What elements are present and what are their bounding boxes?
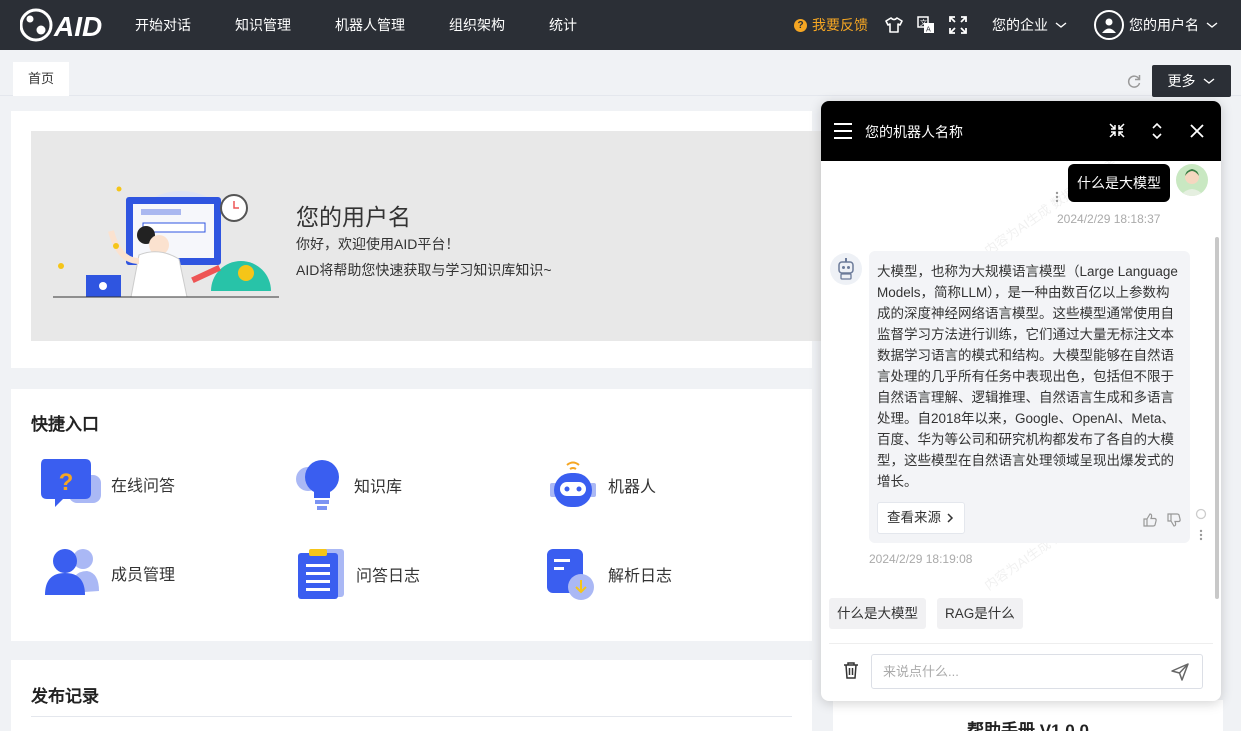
nav-item-knowledge[interactable]: 知识管理	[213, 0, 313, 50]
suggestion-chip[interactable]: 什么是大模型	[829, 598, 926, 629]
banner-username: 您的用户名	[296, 204, 411, 230]
bot-message-bubble: 大模型，也称为大规模语言模型（Large Language Models，简称L…	[869, 251, 1190, 543]
top-navbar: AID 开始对话 知识管理 机器人管理 组织架构 统计 ? 我要反馈 文A 您的…	[0, 0, 1241, 50]
view-source-button[interactable]: 查看来源	[877, 502, 965, 534]
release-records-title: 发布记录	[31, 687, 99, 706]
robot-icon	[550, 461, 596, 507]
quick-knowledge-base[interactable]: 知识库	[296, 459, 402, 511]
translate-icon[interactable]: 文A	[916, 15, 936, 35]
quick-member-management[interactable]: 成员管理	[43, 547, 175, 599]
quick-entry-title: 快捷入口	[31, 415, 99, 434]
release-records-panel: 发布记录	[11, 660, 812, 731]
quick-online-qa-label: 在线问答	[111, 478, 176, 495]
chevron-down-icon	[1206, 22, 1218, 28]
quick-qa-log-label: 问答日志	[356, 568, 421, 585]
expand-vertical-icon[interactable]	[1151, 121, 1163, 141]
chat-header: 您的机器人名称	[821, 101, 1221, 161]
clipboard-icon	[298, 549, 344, 599]
chat-robot-name: 您的机器人名称	[865, 124, 963, 140]
trash-icon[interactable]	[843, 662, 859, 679]
suggestion-chip[interactable]: RAG是什么	[937, 598, 1023, 629]
help-manual-panel: 帮助手册 V1.0.0	[833, 700, 1223, 731]
quick-parse-log-label: 解析日志	[608, 568, 673, 585]
menu-icon[interactable]	[834, 123, 852, 139]
close-icon[interactable]	[1189, 123, 1205, 139]
thumbs-down-icon[interactable]	[1167, 513, 1181, 527]
quick-online-qa[interactable]: ? 在线问答	[41, 459, 175, 509]
chevron-down-icon	[1055, 22, 1067, 28]
svg-text:?: ?	[59, 469, 74, 496]
document-download-icon	[547, 549, 594, 600]
topbar-right: ? 我要反馈 文A 您的企业 您的用户名	[794, 0, 1241, 50]
user-dropdown[interactable]: 您的用户名	[1094, 10, 1219, 40]
lightbulb-icon	[296, 460, 339, 510]
collapse-icon[interactable]	[1109, 121, 1125, 139]
send-icon[interactable]	[1171, 663, 1189, 681]
nav-item-org[interactable]: 组织架构	[427, 0, 527, 50]
tshirt-icon[interactable]	[884, 15, 904, 35]
more-label: 更多	[1167, 73, 1196, 89]
welcome-panel: 您的用户名 你好，欢迎使用AID平台！ AID将帮助您快速获取与学习知识库知识~	[11, 111, 821, 368]
tab-home[interactable]: 首页	[13, 62, 69, 96]
company-dropdown[interactable]: 您的企业	[992, 15, 1068, 35]
banner-greeting: 你好，欢迎使用AID平台！	[296, 236, 460, 252]
svg-text:AID: AID	[53, 11, 102, 42]
chat-scrollbar[interactable]	[1215, 237, 1219, 599]
quick-robot[interactable]: 机器人	[548, 459, 656, 511]
aid-logo-icon: AID	[20, 8, 102, 42]
quick-member-management-label: 成员管理	[111, 567, 176, 584]
feedback-label: 我要反馈	[812, 17, 868, 33]
tab-bar: 首页 更多	[0, 50, 1241, 97]
chat-input-area	[829, 643, 1213, 695]
bot-message-text: 大模型，也称为大规模语言模型（Large Language Models，简称L…	[877, 264, 1178, 489]
chevron-right-icon	[947, 513, 954, 523]
main-nav: 开始对话 知识管理 机器人管理 组织架构 统计	[112, 0, 599, 50]
robot-avatar-icon	[830, 253, 862, 285]
bot-message-time: 2024/2/29 18:19:08	[869, 552, 973, 566]
thumbs-up-icon[interactable]	[1143, 513, 1157, 527]
user-avatar-icon	[1094, 10, 1124, 40]
quick-entry-panel: 快捷入口 ? 在线问答 知识库 机器人 成员管理 问答日志 解析日志	[11, 389, 812, 641]
more-vertical-icon[interactable]	[1055, 191, 1059, 203]
refresh-icon[interactable]	[1126, 73, 1142, 89]
user-avatar-icon	[1176, 164, 1208, 196]
nav-item-stats[interactable]: 统计	[527, 0, 599, 50]
feedback-link[interactable]: ? 我要反馈	[794, 15, 868, 35]
user-message-time: 2024/2/29 18:18:37	[1057, 212, 1161, 226]
nav-item-robot[interactable]: 机器人管理	[313, 0, 427, 50]
quick-parse-log[interactable]: 解析日志	[547, 547, 672, 601]
divider	[31, 716, 792, 717]
banner-description: AID将帮助您快速获取与学习知识库知识~	[296, 262, 552, 278]
user-message-bubble: 什么是大模型	[1068, 164, 1170, 202]
view-source-label: 查看来源	[887, 510, 941, 525]
chevron-down-icon	[1203, 78, 1214, 84]
chat-question-icon: ?	[41, 459, 101, 507]
more-button[interactable]: 更多	[1152, 65, 1231, 97]
aid-logo[interactable]: AID	[0, 0, 112, 50]
user-name-label: 您的用户名	[1129, 17, 1199, 33]
chat-message-input[interactable]	[871, 654, 1203, 689]
help-manual-title: 帮助手册 V1.0.0	[967, 721, 1089, 731]
welcome-illustration	[53, 186, 279, 298]
quick-robot-label: 机器人	[608, 479, 657, 496]
svg-text:A: A	[926, 26, 931, 34]
fullscreen-icon[interactable]	[948, 15, 968, 35]
nav-item-chat[interactable]: 开始对话	[112, 0, 213, 50]
welcome-banner: 您的用户名 你好，欢迎使用AID平台！ AID将帮助您快速获取与学习知识库知识~	[31, 131, 821, 341]
members-icon	[45, 549, 99, 595]
company-label: 您的企业	[992, 17, 1048, 33]
loading-icon	[1195, 508, 1207, 520]
quick-qa-log[interactable]: 问答日志	[298, 547, 420, 601]
more-vertical-icon[interactable]	[1199, 529, 1203, 541]
question-icon: ?	[794, 18, 807, 32]
chat-widget: 您的机器人名称 内容为AI生成 数据仅供参考 内容为AI生成 数据仅供参考 什么…	[821, 101, 1221, 701]
quick-knowledge-base-label: 知识库	[354, 479, 403, 496]
